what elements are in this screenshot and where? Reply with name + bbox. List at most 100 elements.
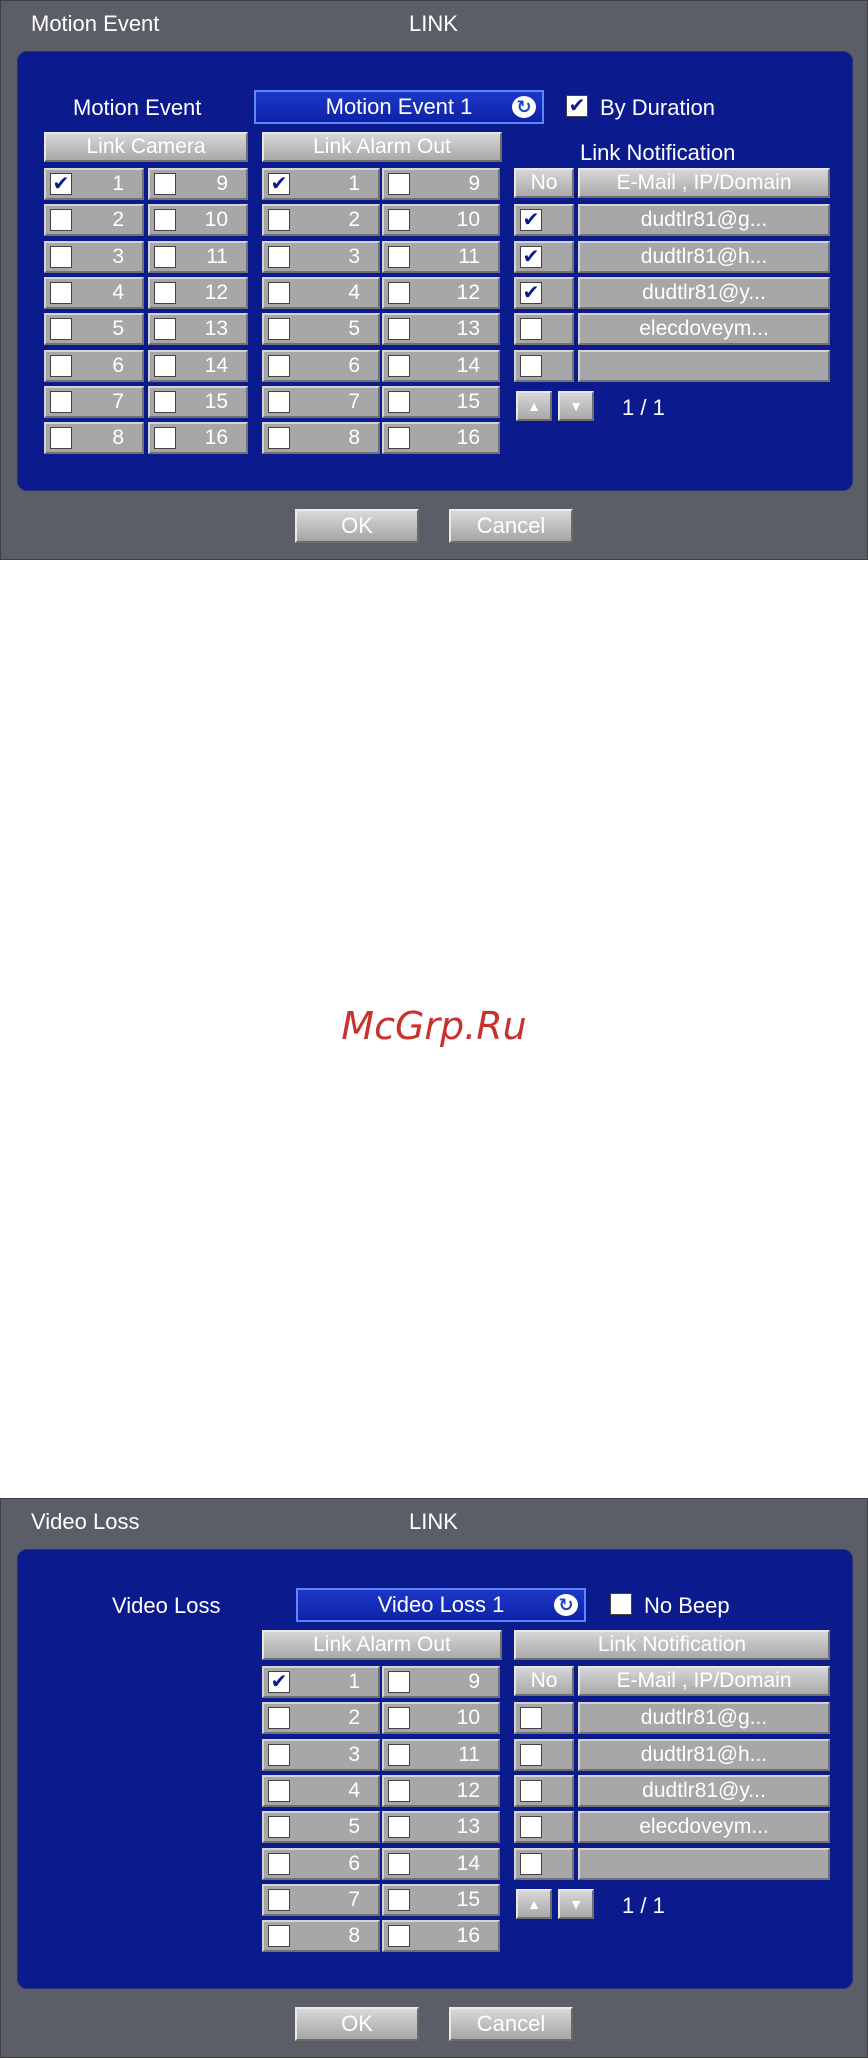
checkbox[interactable] [268, 246, 290, 268]
alarm-out-channel-1[interactable]: ✔ 1 [262, 1666, 380, 1698]
alarm-out-channel-7[interactable]: 7 [262, 386, 380, 418]
camera-channel-2[interactable]: 2 [44, 204, 144, 236]
notification-address-3[interactable]: dudtlr81@y... [578, 277, 830, 309]
notification-select-1[interactable]: ✔ [514, 204, 574, 236]
alarm-out-channel-16[interactable]: 16 [382, 422, 500, 454]
alarm-out-channel-10[interactable]: 10 [382, 204, 500, 236]
notification-address-5[interactable] [578, 1848, 830, 1880]
checkbox[interactable] [50, 282, 72, 304]
camera-channel-1[interactable]: ✔ 1 [44, 168, 144, 200]
notification-select-4[interactable] [514, 313, 574, 345]
alarm-out-channel-9[interactable]: 9 [382, 168, 500, 200]
checkbox[interactable] [268, 1780, 290, 1802]
alarm-out-channel-13[interactable]: 13 [382, 313, 500, 345]
checkbox[interactable] [50, 209, 72, 231]
checkbox[interactable] [388, 173, 410, 195]
checkbox[interactable] [520, 318, 542, 340]
checkbox[interactable] [50, 318, 72, 340]
checkbox[interactable] [50, 391, 72, 413]
no-beep-checkbox[interactable] [610, 1593, 632, 1615]
checkbox[interactable] [388, 1707, 410, 1729]
alarm-out-channel-3[interactable]: 3 [262, 1739, 380, 1771]
checkbox[interactable] [50, 427, 72, 449]
checkbox[interactable] [388, 1925, 410, 1947]
cancel-button[interactable]: Cancel [449, 509, 573, 543]
checkbox[interactable] [388, 427, 410, 449]
event-select[interactable]: Video Loss 1 ↻ [296, 1588, 586, 1622]
checkbox[interactable]: ✔ [268, 173, 290, 195]
notification-address-1[interactable]: dudtlr81@g... [578, 1702, 830, 1734]
camera-channel-8[interactable]: 8 [44, 422, 144, 454]
camera-channel-15[interactable]: 15 [148, 386, 248, 418]
alarm-out-channel-13[interactable]: 13 [382, 1811, 500, 1843]
checkbox[interactable] [268, 209, 290, 231]
alarm-out-channel-7[interactable]: 7 [262, 1884, 380, 1916]
camera-channel-12[interactable]: 12 [148, 277, 248, 309]
checkbox[interactable]: ✔ [520, 246, 542, 268]
checkbox[interactable] [268, 1816, 290, 1838]
checkbox[interactable] [388, 1816, 410, 1838]
page-up-button[interactable]: ▲ [516, 391, 552, 421]
ok-button[interactable]: OK [295, 509, 419, 543]
by-duration-checkbox[interactable]: ✔ [566, 95, 588, 117]
alarm-out-channel-3[interactable]: 3 [262, 241, 380, 273]
checkbox[interactable] [388, 209, 410, 231]
checkbox[interactable] [388, 1853, 410, 1875]
checkbox[interactable]: ✔ [268, 1671, 290, 1693]
alarm-out-channel-2[interactable]: 2 [262, 204, 380, 236]
notification-select-3[interactable]: ✔ [514, 277, 574, 309]
notification-address-4[interactable]: elecdoveym... [578, 1811, 830, 1843]
checkbox[interactable] [520, 1816, 542, 1838]
checkbox[interactable]: ✔ [520, 209, 542, 231]
alarm-out-channel-8[interactable]: 8 [262, 422, 380, 454]
checkbox[interactable] [154, 173, 176, 195]
alarm-out-channel-12[interactable]: 12 [382, 1775, 500, 1807]
refresh-icon[interactable]: ↻ [512, 96, 536, 118]
camera-channel-11[interactable]: 11 [148, 241, 248, 273]
event-select[interactable]: Motion Event 1 ↻ [254, 90, 544, 124]
checkbox[interactable] [388, 1671, 410, 1693]
notification-select-4[interactable] [514, 1811, 574, 1843]
notification-address-5[interactable] [578, 350, 830, 382]
notification-select-2[interactable] [514, 1739, 574, 1771]
checkbox[interactable] [388, 355, 410, 377]
camera-channel-9[interactable]: 9 [148, 168, 248, 200]
alarm-out-channel-6[interactable]: 6 [262, 350, 380, 382]
checkbox[interactable] [50, 355, 72, 377]
notification-address-2[interactable]: dudtlr81@h... [578, 241, 830, 273]
checkbox[interactable] [50, 246, 72, 268]
checkbox[interactable] [268, 1889, 290, 1911]
camera-channel-7[interactable]: 7 [44, 386, 144, 418]
refresh-icon[interactable]: ↻ [554, 1594, 578, 1616]
camera-channel-10[interactable]: 10 [148, 204, 248, 236]
checkbox[interactable] [388, 1889, 410, 1911]
ok-button[interactable]: OK [295, 2007, 419, 2041]
checkbox[interactable] [520, 1853, 542, 1875]
checkbox[interactable] [520, 355, 542, 377]
checkbox[interactable] [388, 391, 410, 413]
alarm-out-channel-11[interactable]: 11 [382, 241, 500, 273]
alarm-out-channel-15[interactable]: 15 [382, 1884, 500, 1916]
notification-select-3[interactable] [514, 1775, 574, 1807]
camera-channel-6[interactable]: 6 [44, 350, 144, 382]
checkbox[interactable] [268, 1853, 290, 1875]
alarm-out-channel-6[interactable]: 6 [262, 1848, 380, 1880]
notification-select-2[interactable]: ✔ [514, 241, 574, 273]
checkbox[interactable] [154, 391, 176, 413]
alarm-out-channel-12[interactable]: 12 [382, 277, 500, 309]
alarm-out-channel-8[interactable]: 8 [262, 1920, 380, 1952]
alarm-out-channel-4[interactable]: 4 [262, 1775, 380, 1807]
checkbox[interactable] [154, 355, 176, 377]
checkbox[interactable] [154, 246, 176, 268]
checkbox[interactable]: ✔ [520, 282, 542, 304]
camera-channel-13[interactable]: 13 [148, 313, 248, 345]
alarm-out-channel-9[interactable]: 9 [382, 1666, 500, 1698]
checkbox[interactable] [268, 355, 290, 377]
checkbox[interactable] [268, 282, 290, 304]
checkbox[interactable] [388, 1780, 410, 1802]
notification-select-5[interactable] [514, 350, 574, 382]
checkbox[interactable] [154, 318, 176, 340]
checkbox[interactable] [268, 1925, 290, 1947]
checkbox[interactable] [268, 1744, 290, 1766]
checkbox[interactable] [154, 282, 176, 304]
